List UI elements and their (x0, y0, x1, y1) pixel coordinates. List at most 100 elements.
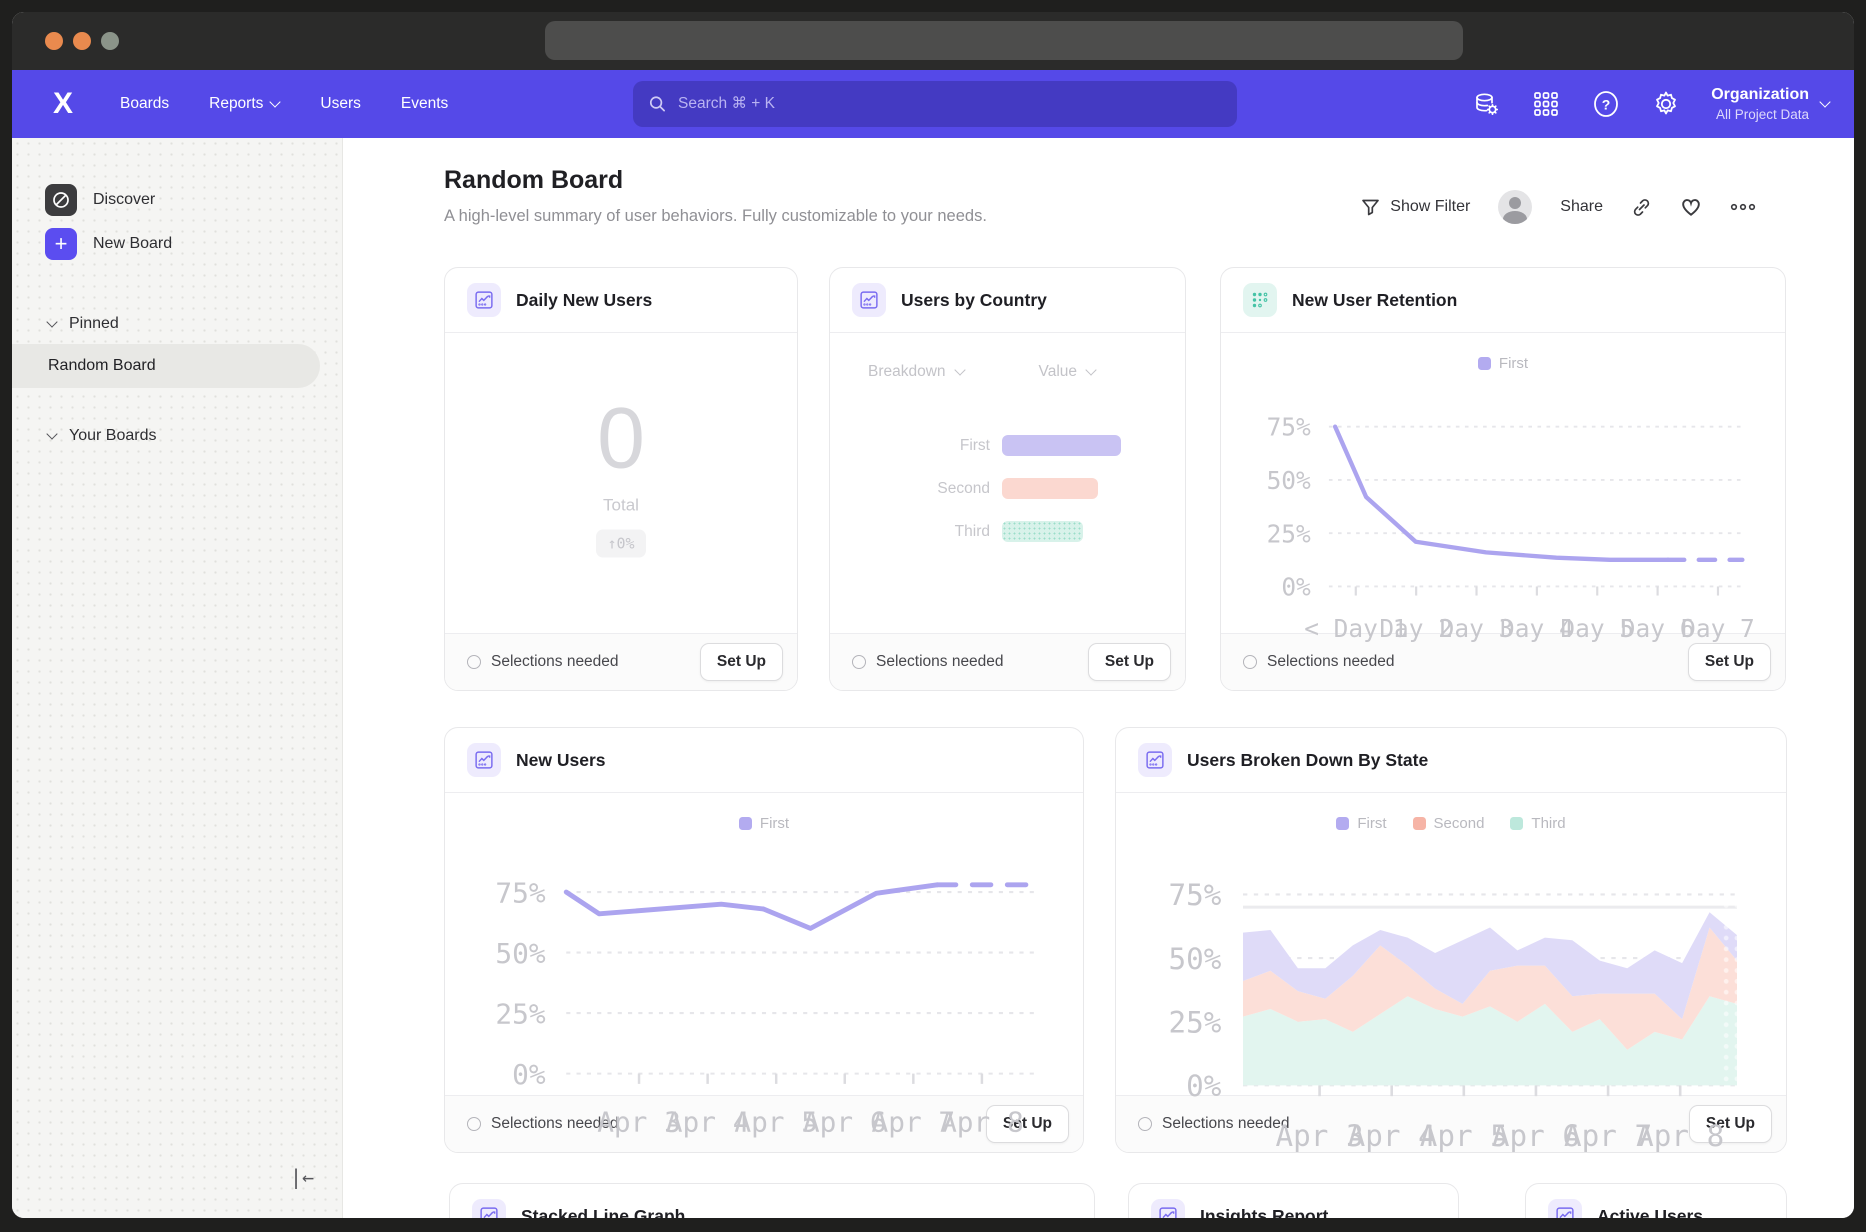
top-nav: X Boards Reports Users Events (12, 70, 1854, 138)
sidebar-item-discover[interactable]: Discover (45, 178, 342, 222)
card-header: Users by Country (830, 268, 1185, 333)
legend-swatch (1478, 357, 1491, 370)
url-bar[interactable] (545, 21, 1463, 60)
zoom-window-button[interactable] (101, 32, 119, 50)
more-options-button[interactable] (1730, 199, 1756, 215)
legend-swatch (739, 817, 752, 830)
settings-gear-icon[interactable] (1651, 89, 1681, 119)
card-body: First 75%50%25%0%Apr 3Apr 4Apr 5Apr 6Apr… (445, 793, 1083, 1095)
link-icon (1631, 197, 1652, 218)
bar-label: Third (830, 523, 990, 541)
help-icon[interactable]: ? (1591, 89, 1621, 119)
sidebar-collapse-button[interactable]: |← (284, 1162, 320, 1192)
bar-third (1002, 521, 1083, 542)
card-header: New User Retention (1221, 268, 1785, 333)
global-search[interactable] (633, 81, 1237, 127)
status-circle-icon (852, 655, 866, 669)
legend-item-third: Third (1510, 815, 1565, 832)
share-button[interactable]: Share (1560, 198, 1603, 216)
breakdown-dropdown[interactable]: Breakdown (868, 363, 965, 381)
nav-item-events[interactable]: Events (385, 85, 464, 123)
svg-text:25%: 25% (495, 997, 545, 1030)
retention-line-chart: 75%50%25%0%< Day 1Day 2Day 3Day 4Day 5Da… (1231, 387, 1775, 659)
share-label: Share (1560, 198, 1603, 216)
bar-second (1002, 478, 1098, 499)
card-title: New Users (516, 750, 606, 771)
value-dropdown[interactable]: Value (1039, 363, 1097, 381)
line-chart-icon (1151, 1199, 1185, 1218)
board-header: Random Board A high-level summary of use… (444, 166, 987, 226)
state-stacked-area-chart: 75%50%25%0%Apr 3Apr 4Apr 5Apr 6Apr 7Apr … (1126, 847, 1776, 1153)
retention-grid-icon (1243, 283, 1277, 317)
data-management-icon[interactable] (1471, 89, 1501, 119)
card-insights-report: Insights Report (1128, 1183, 1459, 1218)
sidebar-section-pinned[interactable]: Pinned (48, 304, 342, 344)
plus-icon: + (45, 228, 77, 260)
sidebar-item-label: Discover (93, 191, 155, 209)
favorite-button[interactable] (1680, 196, 1702, 218)
chart-legend: First Second Third (1116, 815, 1786, 832)
svg-text:25%: 25% (1168, 1006, 1221, 1040)
card-title: Users by Country (901, 290, 1047, 311)
card-title: New User Retention (1292, 290, 1457, 311)
svg-text:0%: 0% (1281, 573, 1311, 602)
card-active-users: Active Users (1525, 1183, 1787, 1218)
nav-item-label: Events (401, 95, 448, 113)
line-chart-icon (852, 283, 886, 317)
chart-legend: First (445, 815, 1083, 832)
search-input[interactable] (676, 94, 1221, 114)
chart-legend: First (1221, 355, 1785, 372)
set-up-button[interactable]: Set Up (1088, 643, 1171, 681)
country-bars: First Second Third (830, 435, 1185, 542)
nav-item-reports[interactable]: Reports (193, 85, 296, 123)
metric-value: 0 (597, 396, 645, 482)
selections-needed-status: Selections needed (852, 653, 1004, 671)
card-title: Active Users (1597, 1206, 1703, 1219)
line-chart-icon (472, 1199, 506, 1218)
card-title: Stacked Line Graph (521, 1206, 685, 1219)
nav-item-users[interactable]: Users (304, 85, 376, 123)
bar-row: Second (830, 478, 1185, 499)
card-footer: Selections needed Set Up (445, 633, 797, 690)
card-body: First 75%50%25%0%< Day 1Day 2Day 3Day 4D… (1221, 333, 1785, 633)
org-switcher[interactable]: Organization All Project Data (1711, 86, 1830, 122)
mixpanel-logo[interactable]: X (42, 87, 82, 121)
set-up-button[interactable]: Set Up (700, 643, 783, 681)
svg-text:Day 7: Day 7 (1681, 614, 1755, 643)
sidebar-item-label: Random Board (48, 357, 156, 375)
card-daily-new-users: Daily New Users 0 Total ↑0% Selections n… (444, 267, 798, 691)
nav-item-boards[interactable]: Boards (104, 85, 185, 123)
nav-right: ? Organization All Project Data (1471, 70, 1830, 138)
avatar[interactable] (1498, 190, 1532, 224)
apps-grid-icon[interactable] (1531, 89, 1561, 119)
legend-swatch (1413, 817, 1426, 830)
bar-first (1002, 435, 1121, 456)
close-window-button[interactable] (45, 32, 63, 50)
status-circle-icon (467, 655, 481, 669)
legend-swatch (1510, 817, 1523, 830)
sidebar-section-your-boards[interactable]: Your Boards (48, 416, 342, 456)
sidebar-section-label: Your Boards (69, 427, 156, 445)
card-header: Users Broken Down By State (1116, 728, 1786, 793)
sidebar-item-new-board[interactable]: + New Board (45, 222, 342, 266)
chevron-down-icon (271, 98, 280, 107)
svg-text:75%: 75% (1267, 413, 1311, 442)
svg-text:0%: 0% (512, 1058, 546, 1091)
traffic-lights (45, 32, 119, 50)
card-title: Insights Report (1200, 1206, 1328, 1219)
chevron-down-icon (48, 430, 57, 439)
legend-item-first: First (1478, 355, 1528, 372)
more-ellipsis-icon (1730, 199, 1756, 215)
show-filter-button[interactable]: Show Filter (1361, 198, 1470, 217)
selections-needed-status: Selections needed (467, 653, 619, 671)
compass-icon (45, 184, 77, 216)
show-filter-label: Show Filter (1390, 198, 1470, 216)
copy-link-button[interactable] (1631, 197, 1652, 218)
line-chart-icon (1138, 743, 1172, 777)
sidebar-item-random-board[interactable]: Random Board (12, 344, 320, 388)
minimize-window-button[interactable] (73, 32, 91, 50)
line-chart-icon (467, 283, 501, 317)
bar-label: First (830, 437, 990, 455)
main-content: Random Board A high-level summary of use… (343, 138, 1854, 1218)
card-header: Stacked Line Graph (450, 1184, 1094, 1218)
